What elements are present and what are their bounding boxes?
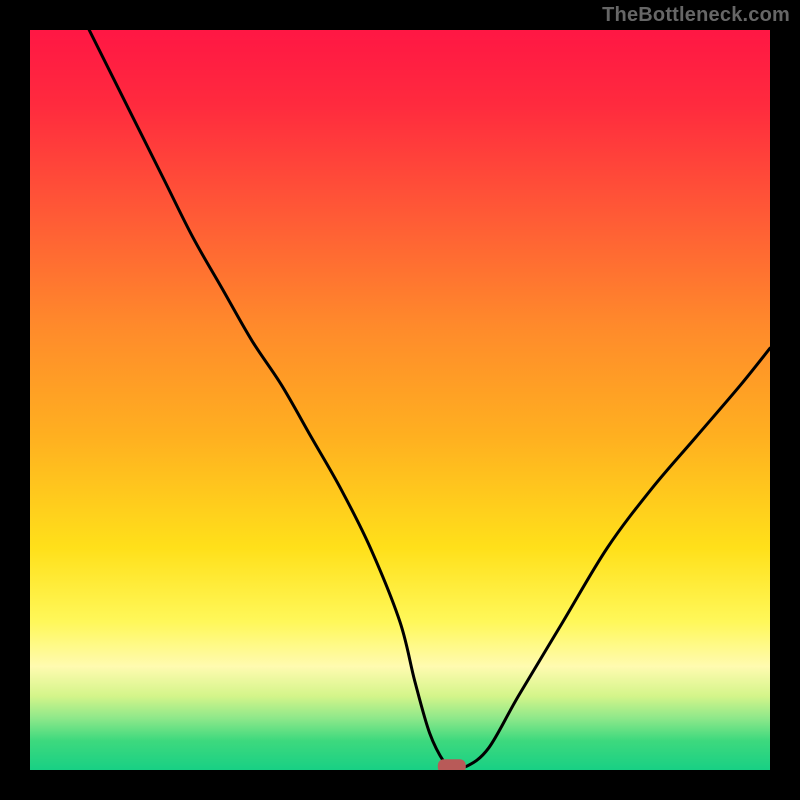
chart-frame: [30, 30, 770, 770]
gradient-background: [30, 30, 770, 770]
bottleneck-chart: [30, 30, 770, 770]
curve-minimum-marker: [438, 759, 466, 770]
watermark-text: TheBottleneck.com: [602, 4, 790, 27]
